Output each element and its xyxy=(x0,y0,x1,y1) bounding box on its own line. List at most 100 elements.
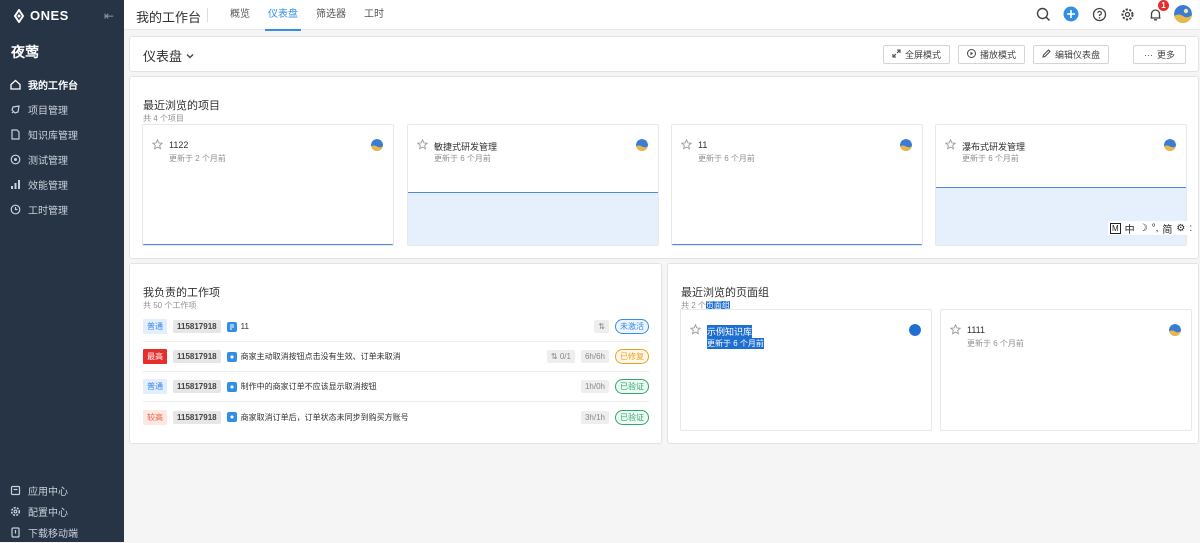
more-button[interactable]: ··· 更多 xyxy=(1132,45,1186,64)
ime-mode[interactable]: M xyxy=(1110,222,1121,234)
ones-logo-icon xyxy=(13,8,25,23)
ime-settings-icon[interactable]: ⚙ xyxy=(1176,223,1185,234)
star-icon[interactable] xyxy=(680,138,693,153)
ellipsis-icon: ··· xyxy=(1143,49,1153,60)
search-icon[interactable] xyxy=(1034,5,1052,23)
collapse-sidebar-icon[interactable]: ⇤ xyxy=(104,9,114,23)
sidebar-item-label: 应用中心 xyxy=(28,487,68,498)
sidebar-item-testing[interactable]: 测试管理 xyxy=(0,147,124,172)
project-updated: 更新于 2 个月前 xyxy=(169,154,226,163)
hours-chip: 3h/1h xyxy=(580,410,609,424)
sidebar-item-app-center[interactable]: 应用中心 xyxy=(0,480,124,501)
mobile-icon xyxy=(10,527,21,538)
star-icon[interactable] xyxy=(689,323,702,338)
sidebar-item-download-mobile[interactable]: 下载移动端 xyxy=(0,522,124,543)
sidebar-item-performance[interactable]: 效能管理 xyxy=(0,172,124,197)
task-icon xyxy=(226,321,237,332)
ime-toolbar[interactable]: M 中 ☽ °, 简 ⚙ : xyxy=(1108,221,1195,236)
page-group-card[interactable]: 示例知识库 更新于 6 个月前 xyxy=(680,309,932,431)
work-item-meta: ⇅ 0/1 6h/6h 已修复 xyxy=(546,349,649,364)
sidebar-item-label: 测试管理 xyxy=(28,156,68,167)
work-item-id: 115817918 xyxy=(173,410,221,424)
dashboard-selector[interactable]: 仪表盘 xyxy=(143,46,194,65)
bug-icon xyxy=(226,351,237,362)
star-icon[interactable] xyxy=(416,138,429,153)
ime-chinese[interactable]: 中 xyxy=(1125,221,1135,236)
user-avatar[interactable] xyxy=(1174,5,1192,23)
tab-timesheet[interactable]: 工时 xyxy=(355,0,393,30)
subtask-progress: ⇅ 0/1 xyxy=(546,350,575,363)
sidebar-item-workbench[interactable]: 我的工作台 xyxy=(0,72,124,97)
project-card[interactable]: 1122 更新于 2 个月前 xyxy=(142,124,394,246)
page-group-icon xyxy=(909,324,921,336)
page-group-name: 1111 xyxy=(967,325,986,335)
project-card[interactable]: 敏捷式研发管理 更新于 6 个月前 xyxy=(407,124,659,246)
document-icon xyxy=(10,129,21,140)
expand-icon xyxy=(892,49,901,60)
bar-chart-icon xyxy=(10,179,21,190)
work-item-row[interactable]: 较高 115817918 商家取消订单后，订单状态未同步到购买方账号 3h/1h… xyxy=(143,402,649,432)
ime-more-icon[interactable]: : xyxy=(1189,223,1192,234)
play-icon xyxy=(966,49,976,60)
ime-punct[interactable]: °, xyxy=(1152,223,1159,234)
test-icon xyxy=(10,154,21,165)
rocket-icon xyxy=(10,104,21,115)
team-name: 夜莺 xyxy=(11,44,39,60)
my-work-items-card: 我负责的工作项 共 50 个工作项 普通 115817918 11 ⇅ 未激活 … xyxy=(129,263,662,444)
page-group-updated: 更新于 6 个月前 xyxy=(707,338,764,349)
page-group-card[interactable]: 1111 更新于 6 个月前 xyxy=(940,309,1192,431)
star-icon[interactable] xyxy=(151,138,164,153)
status-badge[interactable]: 已验证 xyxy=(615,409,649,425)
work-item-row[interactable]: 最高 115817918 商家主动取消按钮点击没有生效、订单未取消 ⇅ 0/1 … xyxy=(143,342,649,372)
home-icon xyxy=(10,79,21,90)
sidebar-item-label: 效能管理 xyxy=(28,181,68,192)
sidebar-item-wiki[interactable]: 知识库管理 xyxy=(0,122,124,147)
topbar: 我的工作台 概览 仪表盘 筛选器 工时 1 xyxy=(124,0,1200,31)
status-badge[interactable]: 未激活 xyxy=(615,319,649,334)
star-icon[interactable] xyxy=(949,323,962,338)
add-icon[interactable] xyxy=(1062,5,1080,23)
star-icon[interactable] xyxy=(944,138,957,153)
bug-icon xyxy=(226,381,237,392)
settings-icon[interactable] xyxy=(1118,5,1136,23)
work-item-title[interactable]: 商家取消订单后，订单状态未同步到购买方账号 xyxy=(241,412,581,423)
sidebar-item-timesheet[interactable]: 工时管理 xyxy=(0,197,124,222)
bug-icon xyxy=(226,412,237,422)
sidebar-item-project[interactable]: 项目管理 xyxy=(0,97,124,122)
play-mode-label: 播放模式 xyxy=(979,50,1016,60)
work-item-id: 115817918 xyxy=(173,350,221,363)
play-mode-button[interactable]: 播放模式 xyxy=(957,45,1025,64)
work-item-row[interactable]: 普通 115817918 制作中的商家订单不应该显示取消按钮 1h/0h 已验证 xyxy=(143,372,649,402)
project-updated: 更新于 6 个月前 xyxy=(698,154,755,163)
status-badge[interactable]: 已验证 xyxy=(615,379,649,394)
topbar-tabs: 概览 仪表盘 筛选器 工时 xyxy=(221,0,393,31)
tab-dashboard[interactable]: 仪表盘 xyxy=(259,0,307,31)
work-item-id: 115817918 xyxy=(173,380,221,393)
subtask-count: 0/1 xyxy=(559,352,571,361)
project-name: 敏捷式研发管理 xyxy=(434,142,498,152)
avatar xyxy=(1164,139,1176,151)
priority-badge: 普通 xyxy=(143,319,167,334)
notification-bell-icon[interactable]: 1 xyxy=(1146,0,1169,23)
sidebar-item-config-center[interactable]: 配置中心 xyxy=(0,501,124,522)
work-item-row[interactable]: 普通 115817918 11 ⇅ 未激活 xyxy=(143,312,649,342)
ime-moon-icon[interactable]: ☽ xyxy=(1139,223,1148,234)
ime-simplified[interactable]: 简 xyxy=(1162,221,1172,236)
trend-baseline xyxy=(672,244,922,245)
tab-filters[interactable]: 筛选器 xyxy=(307,0,355,30)
work-item-id: 115817918 xyxy=(173,320,221,333)
avatar xyxy=(900,139,912,151)
status-badge[interactable]: 已修复 xyxy=(615,349,649,364)
dashboard-actions: 全屏模式 播放模式 编辑仪表盘 ··· 更多 xyxy=(882,45,1186,64)
tab-overview[interactable]: 概览 xyxy=(221,0,259,30)
help-icon[interactable] xyxy=(1090,5,1108,23)
work-item-title[interactable]: 商家主动取消按钮点击没有生效、订单未取消 xyxy=(241,351,547,362)
fullscreen-button[interactable]: 全屏模式 xyxy=(882,45,950,64)
priority-badge: 较高 xyxy=(143,409,167,425)
edit-dashboard-button[interactable]: 编辑仪表盘 xyxy=(1032,45,1109,64)
project-card[interactable]: 11 更新于 6 个月前 xyxy=(671,124,923,246)
work-item-title[interactable]: 11 xyxy=(241,322,595,331)
work-item-title[interactable]: 制作中的商家订单不应该显示取消按钮 xyxy=(241,381,581,392)
work-items-title: 我负责的工作项 xyxy=(143,287,220,299)
ones-logo[interactable]: ONES xyxy=(12,8,69,23)
